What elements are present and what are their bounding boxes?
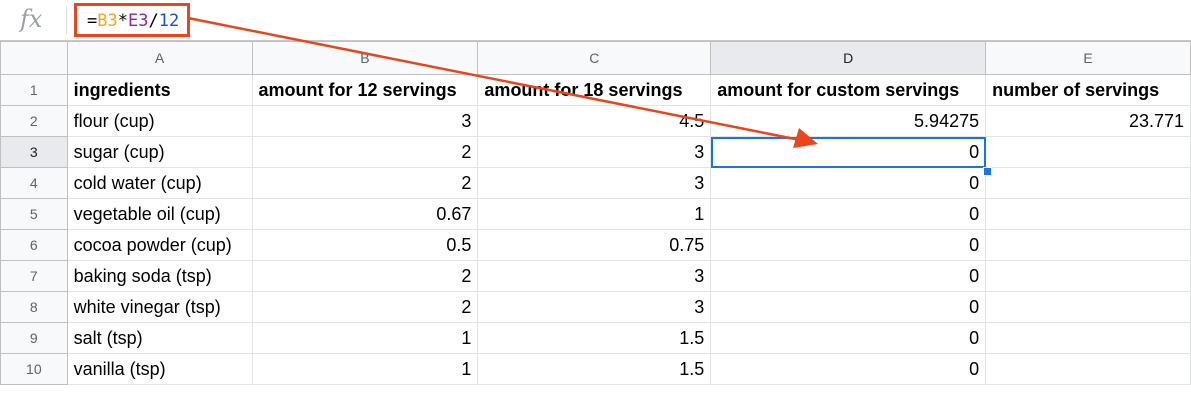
- cell-b5[interactable]: 0.67: [251, 198, 479, 230]
- table-row: 3 sugar (cup) 2 3 0: [0, 136, 1191, 168]
- cell-c8[interactable]: 3: [477, 291, 712, 323]
- cell-b9[interactable]: 1: [251, 322, 479, 354]
- cell-d6[interactable]: 0: [710, 229, 987, 261]
- formula-number: 12: [158, 11, 180, 31]
- spreadsheet-grid: A B C D E 1 ingredients amount for 12 se…: [0, 41, 1191, 385]
- cell-e5[interactable]: [985, 198, 1191, 230]
- column-header-a[interactable]: A: [66, 41, 253, 75]
- cell-a7[interactable]: baking soda (tsp): [66, 260, 253, 292]
- cell-b4[interactable]: 2: [251, 167, 479, 199]
- cell-c3[interactable]: 3: [477, 136, 712, 168]
- cell-a10[interactable]: vanilla (tsp): [66, 353, 253, 385]
- cell-d2[interactable]: 5.94275: [710, 105, 987, 137]
- cell-d5[interactable]: 0: [710, 198, 987, 230]
- formula-ref-b3: B3: [97, 11, 118, 31]
- table-row: 10 vanilla (tsp) 1 1.5 0: [0, 353, 1191, 385]
- column-header-d[interactable]: D: [710, 41, 987, 75]
- column-header-c[interactable]: C: [477, 41, 712, 75]
- formula-text: =B3*E3/12: [87, 11, 179, 31]
- table-row: 9 salt (tsp) 1 1.5 0: [0, 322, 1191, 354]
- row-header[interactable]: 1: [0, 74, 68, 106]
- cell-a9[interactable]: salt (tsp): [66, 322, 253, 354]
- table-row: 8 white vinegar (tsp) 2 3 0: [0, 291, 1191, 323]
- fx-icon: fx: [20, 5, 43, 33]
- row-header[interactable]: 2: [0, 105, 68, 137]
- cell-c1[interactable]: amount for 18 servings: [477, 74, 712, 106]
- cell-c4[interactable]: 3: [477, 167, 712, 199]
- cell-e10[interactable]: [985, 353, 1191, 385]
- cell-e3[interactable]: [985, 136, 1191, 168]
- cell-a5[interactable]: vegetable oil (cup): [66, 198, 253, 230]
- table-row: 5 vegetable oil (cup) 0.67 1 0: [0, 198, 1191, 230]
- formula-equals: =: [87, 11, 98, 31]
- row-header[interactable]: 7: [0, 260, 68, 292]
- cell-e4[interactable]: [985, 167, 1191, 199]
- row-header[interactable]: 3: [0, 136, 68, 168]
- table-row: 7 baking soda (tsp) 2 3 0: [0, 260, 1191, 292]
- cell-d10[interactable]: 0: [710, 353, 987, 385]
- cell-b8[interactable]: 2: [251, 291, 479, 323]
- cell-b7[interactable]: 2: [251, 260, 479, 292]
- cell-c2[interactable]: 4.5: [477, 105, 712, 137]
- cell-d4[interactable]: 0: [710, 167, 987, 199]
- row-header[interactable]: 4: [0, 167, 68, 199]
- formula-ref-e3: E3: [127, 11, 149, 31]
- column-header-e[interactable]: E: [985, 41, 1191, 75]
- table-row: 1 ingredients amount for 12 servings amo…: [0, 74, 1191, 106]
- row-header[interactable]: 6: [0, 229, 68, 261]
- cell-c5[interactable]: 1: [477, 198, 712, 230]
- cell-d9[interactable]: 0: [710, 322, 987, 354]
- column-header-row: A B C D E: [0, 41, 1191, 75]
- formula-divider: [66, 6, 67, 34]
- cell-c7[interactable]: 3: [477, 260, 712, 292]
- cell-b10[interactable]: 1: [251, 353, 479, 385]
- cell-b1[interactable]: amount for 12 servings: [251, 74, 479, 106]
- row-header[interactable]: 9: [0, 322, 68, 354]
- cell-d1[interactable]: amount for custom servings: [710, 74, 987, 106]
- table-row: 6 cocoa powder (cup) 0.5 0.75 0: [0, 229, 1191, 261]
- cell-e2[interactable]: 23.771: [985, 105, 1191, 137]
- row-header[interactable]: 5: [0, 198, 68, 230]
- cell-a2[interactable]: flour (cup): [66, 105, 253, 137]
- cell-a6[interactable]: cocoa powder (cup): [66, 229, 253, 261]
- fill-handle[interactable]: [983, 167, 992, 176]
- column-header-b[interactable]: B: [251, 41, 479, 75]
- table-row: 2 flour (cup) 3 4.5 5.94275 23.771: [0, 105, 1191, 137]
- cell-e6[interactable]: [985, 229, 1191, 261]
- formula-operator-divide: /: [148, 11, 159, 31]
- select-all-corner[interactable]: [0, 41, 68, 75]
- cell-b2[interactable]: 3: [251, 105, 479, 137]
- cell-e7[interactable]: [985, 260, 1191, 292]
- cell-b6[interactable]: 0.5: [251, 229, 479, 261]
- cell-e8[interactable]: [985, 291, 1191, 323]
- cell-e1[interactable]: number of servings: [985, 74, 1191, 106]
- row-header[interactable]: 8: [0, 291, 68, 323]
- cell-b3[interactable]: 2: [251, 136, 479, 168]
- cell-d3-selected[interactable]: 0: [710, 136, 987, 168]
- cell-c6[interactable]: 0.75: [477, 229, 712, 261]
- cell-a4[interactable]: cold water (cup): [66, 167, 253, 199]
- cell-d8[interactable]: 0: [710, 291, 987, 323]
- cell-c10[interactable]: 1.5: [477, 353, 712, 385]
- cell-a8[interactable]: white vinegar (tsp): [66, 291, 253, 323]
- formula-bar: fx =B3*E3/12: [0, 0, 1191, 41]
- cell-a3[interactable]: sugar (cup): [66, 136, 253, 168]
- formula-operator-multiply: *: [117, 11, 128, 31]
- cell-a1[interactable]: ingredients: [66, 74, 253, 106]
- row-header[interactable]: 10: [0, 353, 68, 385]
- cell-e9[interactable]: [985, 322, 1191, 354]
- table-row: 4 cold water (cup) 2 3 0: [0, 167, 1191, 199]
- cell-c9[interactable]: 1.5: [477, 322, 712, 354]
- cell-d7[interactable]: 0: [710, 260, 987, 292]
- formula-input[interactable]: =B3*E3/12: [74, 3, 190, 37]
